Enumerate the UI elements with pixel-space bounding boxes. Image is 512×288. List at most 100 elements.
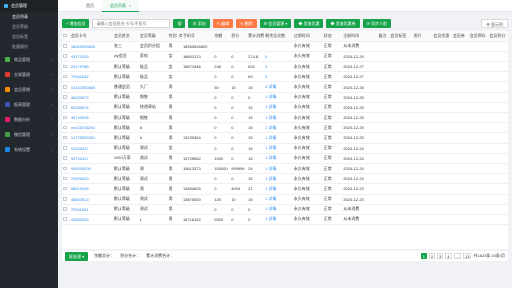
- column-header[interactable]: 会员积分: [488, 31, 508, 42]
- table-cell[interactable]: 42683263: [69, 214, 113, 226]
- table-cell[interactable]: 75341931: [69, 204, 113, 215]
- page-button[interactable]: 13: [462, 253, 472, 259]
- table-cell[interactable]: 1 详情: [264, 214, 293, 226]
- table-cell[interactable]: 1 详情: [264, 194, 293, 205]
- row-select-cell[interactable]: [62, 92, 70, 103]
- row-select-cell[interactable]: [62, 163, 70, 175]
- table-row[interactable]: 54732447 1093万家 测试男 13725562 1000 0 15 1 详情 永久有效…: [62, 153, 508, 164]
- table-cell[interactable]: 000000000: [69, 163, 113, 175]
- sidebar-item[interactable]: 数据分析 ›: [0, 112, 58, 127]
- add-member-button[interactable]: + 增加会员: [62, 18, 90, 28]
- row-checkbox[interactable]: [63, 54, 67, 58]
- table-cell[interactable]: 18260526820: [69, 41, 113, 52]
- column-header[interactable]: 照片: [412, 31, 433, 42]
- row-checkbox[interactable]: [63, 176, 67, 181]
- row-select-cell[interactable]: [62, 204, 70, 215]
- row-select-cell[interactable]: [62, 153, 70, 164]
- column-header[interactable]: 累计消费: [247, 31, 265, 42]
- column-header[interactable]: 手机号: [181, 31, 214, 42]
- table-row[interactable]: 46200673 默认等级 钢铁男 0 0 0 1 详情 永久有效 正常 2024-12-25: [62, 92, 508, 103]
- table-cell[interactable]: 1 详情: [264, 204, 293, 215]
- sidebar-subitem[interactable]: 会员列表: [0, 12, 58, 22]
- row-select-cell[interactable]: [62, 102, 70, 114]
- table-row[interactable]: 48683513 默认等级 测试男 13875500 125 10 15 1 详情 永久有效 正常…: [62, 194, 508, 205]
- sidebar-item[interactable]: 会员营销 ›: [0, 82, 58, 97]
- row-select-cell[interactable]: [62, 71, 70, 83]
- row-select-cell[interactable]: [62, 81, 70, 93]
- sidebar-item[interactable]: 报表管理 ›: [0, 97, 58, 112]
- row-select-cell[interactable]: [62, 41, 70, 52]
- table-row[interactable]: 14725535301 默认等级 b 男 13230354 0 0 15 1 详情 永久有效 正常 2…: [62, 132, 508, 144]
- row-checkbox[interactable]: [63, 146, 67, 150]
- row-select-cell[interactable]: [62, 143, 70, 154]
- sidebar-item[interactable]: 商品管理 ›: [0, 52, 58, 67]
- table-row[interactable]: 98619109 默认等级测男 13894625 0 4994 21 1 详情 永久有效 正常 2…: [62, 183, 508, 195]
- table-cell[interactable]: 54732447: [69, 153, 113, 164]
- table-row[interactable]: 79261642 默认等级 极品女 0 0 69 0 永久有效 正常 2024-12-27: [62, 71, 508, 83]
- table-row[interactable]: 62339074 默认等级 快递驿站男 0 0 15 1 详情 永久有效 正常 2024-12-2…: [62, 102, 508, 114]
- add-button[interactable]: ⊕ 添加: [188, 18, 210, 28]
- table-cell[interactable]: xxx13203206: [69, 122, 113, 134]
- row-checkbox[interactable]: [63, 44, 67, 48]
- select-all-cell[interactable]: [62, 31, 70, 42]
- sidebar-subitem[interactable]: 会员标签: [0, 32, 58, 42]
- page-button[interactable]: 1: [420, 253, 427, 259]
- column-header[interactable]: 会员卡号: [69, 31, 113, 42]
- row-select-cell[interactable]: [62, 173, 70, 185]
- row-checkbox[interactable]: [63, 156, 67, 160]
- row-checkbox[interactable]: [63, 186, 67, 191]
- table-row[interactable]: 01253427 默认等级 测试女 0 0 15 1 详情 永久有效 正常 2024-12-24: [62, 143, 508, 154]
- table-cell[interactable]: 70000000: [69, 173, 113, 185]
- search-input[interactable]: [92, 18, 171, 28]
- table-cell[interactable]: 0: [264, 71, 293, 83]
- table-row[interactable]: 43173135 ziy会员 家电女 18601213 0 0 274.8 0 永久有效 正常 20…: [62, 51, 508, 63]
- table-row[interactable]: 13163300800 普通会员 久厂男 50 15 15 3 详情 永久有效 正常 2024-1…: [62, 81, 508, 93]
- search-button[interactable]: 搜: [173, 18, 186, 28]
- column-header[interactable]: 性别: [167, 31, 179, 42]
- column-header[interactable]: 会员姓名: [112, 31, 139, 42]
- sidebar-head-member[interactable]: 会员管理: [0, 0, 58, 12]
- manage-button[interactable]: ⚙ 会员管理 ▾: [259, 18, 292, 28]
- row-checkbox[interactable]: [63, 74, 67, 79]
- table-cell[interactable]: 0: [264, 61, 293, 73]
- row-checkbox[interactable]: [63, 105, 67, 109]
- row-select-cell[interactable]: [62, 194, 70, 205]
- sidebar-item[interactable]: 交易管理 ›: [0, 67, 58, 82]
- column-header[interactable]: 余额: [213, 31, 231, 42]
- table-cell[interactable]: 14725535301: [69, 132, 113, 144]
- table-cell[interactable]: 48683513: [69, 194, 113, 205]
- table-cell[interactable]: 1 详情: [264, 173, 293, 185]
- table-cell[interactable]: 3 详情: [264, 81, 293, 93]
- table-cell[interactable]: 13163300800: [69, 81, 113, 93]
- row-select-cell[interactable]: [62, 132, 70, 144]
- table-row[interactable]: 20179788 默认等级 极品女 15871946 248 0 832 0 永久有效 正常 202…: [62, 61, 508, 73]
- row-select-cell[interactable]: [62, 61, 70, 73]
- table-row[interactable]: 18260526820 张三 会员积分组男 18260526820 永久有效 正常 从未消费: [62, 41, 508, 52]
- row-select-cell[interactable]: [62, 214, 70, 226]
- row-checkbox[interactable]: [63, 166, 67, 171]
- column-header[interactable]: 过期时间: [292, 31, 323, 42]
- row-select-cell[interactable]: [62, 183, 70, 195]
- row-select-cell[interactable]: [62, 112, 70, 124]
- column-header[interactable]: 剩余总次数: [264, 31, 293, 42]
- table-cell[interactable]: 1 详情: [264, 92, 293, 103]
- column-header[interactable]: 注册时间: [342, 31, 378, 42]
- table-cell[interactable]: 01253427: [69, 143, 113, 154]
- table-cell[interactable]: 1 详情: [264, 153, 293, 164]
- page-button[interactable]: 3: [437, 253, 444, 259]
- table-cell[interactable]: 1 详情: [264, 122, 293, 134]
- row-checkbox[interactable]: [63, 125, 67, 130]
- sidebar-item[interactable]: 系统设置 ›: [0, 142, 58, 157]
- table-cell[interactable]: 1 详情: [264, 183, 293, 195]
- table-cell[interactable]: 1 详情: [264, 163, 293, 175]
- column-header[interactable]: 会员优惠: [432, 31, 452, 42]
- coupon-ticket-button[interactable]: ◆ 发放优惠券: [326, 18, 360, 28]
- table-cell[interactable]: [264, 41, 293, 52]
- batch-button[interactable]: 批处理 ▾: [65, 251, 89, 261]
- table-cell[interactable]: 43173135: [69, 51, 113, 63]
- sidebar-subitem[interactable]: 会员等级: [0, 22, 58, 32]
- row-checkbox[interactable]: [63, 85, 67, 89]
- tab-member-list[interactable]: 会员列表 ×: [102, 0, 140, 12]
- table-cell[interactable]: 1 详情: [264, 102, 293, 114]
- table-cell[interactable]: 79261642: [69, 71, 113, 83]
